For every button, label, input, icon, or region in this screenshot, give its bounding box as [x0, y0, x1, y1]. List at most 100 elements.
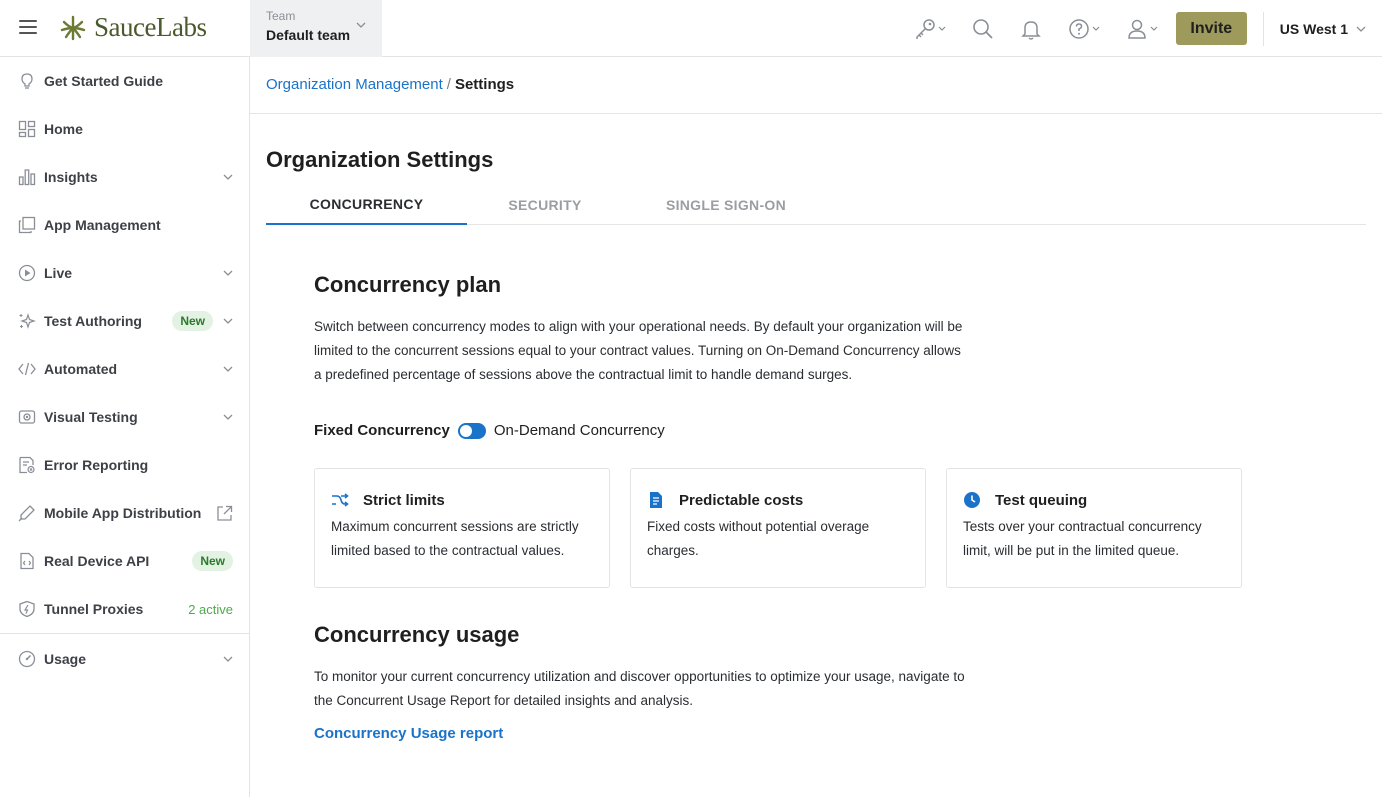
account-button[interactable] [1126, 18, 1158, 40]
chevron-down-icon [938, 26, 946, 31]
grid-icon [18, 120, 36, 138]
concurrency-plan-description: Switch between concurrency modes to alig… [314, 315, 1014, 387]
sidebar-item-mobile-app-distribution[interactable]: Mobile App Distribution [0, 489, 249, 537]
sidebar-item-automated[interactable]: Automated [0, 345, 249, 393]
chevron-down-icon [1092, 26, 1100, 31]
region-label: US West 1 [1279, 20, 1348, 37]
sidebar-item-label: Tunnel Proxies [44, 601, 144, 617]
sidebar-item-test-authoring[interactable]: Test Authoring New [0, 297, 249, 345]
chevron-down-icon [223, 318, 233, 324]
bar-chart-icon [18, 168, 36, 186]
gauge-icon [18, 650, 36, 668]
sidebar-item-label: Real Device API [44, 553, 150, 569]
fixed-concurrency-label: Fixed Concurrency [314, 422, 450, 439]
sidebar-item-visual-testing[interactable]: Visual Testing [0, 393, 249, 441]
sidebar-item-label: Live [44, 265, 73, 281]
breadcrumb-current: Settings [454, 76, 515, 93]
sidebar-item-label: Visual Testing [44, 409, 138, 425]
menu-icon[interactable] [19, 20, 37, 34]
settings-tabs: CONCURRENCY SECURITY SINGLE SIGN-ON [266, 184, 1366, 225]
breadcrumb-organization-management[interactable]: Organization Management [266, 76, 443, 93]
chevron-down-icon [223, 366, 233, 372]
chevron-down-icon [223, 414, 233, 420]
help-button[interactable] [1068, 18, 1100, 40]
concurrency-usage-heading: Concurrency usage [314, 622, 520, 647]
sidebar-divider [0, 633, 249, 634]
sidebar-item-insights[interactable]: Insights [0, 153, 249, 201]
sidebar-item-real-device-api[interactable]: Real Device API New [0, 537, 249, 585]
team-label: Team [266, 9, 296, 23]
tab-single-sign-on[interactable]: SINGLE SIGN-ON [646, 184, 806, 225]
api-key-button[interactable] [914, 18, 946, 40]
file-code-icon [18, 552, 36, 570]
card-description-line: Fixed costs without potential overage [647, 519, 870, 534]
concurrency-usage-description: To monitor your current concurrency util… [314, 665, 1034, 713]
tunnel-status: 2 active [188, 601, 233, 617]
saucelabs-logo-icon [60, 15, 86, 40]
breadcrumb: Organization Management / Settings [266, 76, 514, 93]
bell-icon [1020, 20, 1041, 40]
region-selector[interactable]: US West 1 [1280, 21, 1366, 37]
predictable-costs-card: Predictable costs Fixed costs without po… [630, 468, 926, 588]
concurrency-plan-heading: Concurrency plan [314, 272, 502, 297]
card-title: Predictable costs [679, 491, 804, 509]
eye-icon [18, 408, 36, 426]
toggle-knob [459, 424, 472, 437]
search-icon [972, 18, 993, 39]
card-title: Test queuing [995, 491, 1088, 509]
top-actions: Invite US West 1 [914, 0, 1382, 57]
search-button[interactable] [972, 18, 994, 40]
card-description: Fixed costs without potential overage ch… [647, 515, 909, 563]
document-error-icon [18, 456, 36, 474]
shuffle-icon [331, 491, 349, 509]
brand-name: SauceLabs [94, 12, 207, 42]
description-line: To monitor your current concurrency util… [314, 669, 965, 684]
description-line: limited to the concurrent sessions equal… [314, 343, 961, 358]
sidebar-item-usage[interactable]: Usage [0, 635, 249, 683]
sidebar-item-get-started[interactable]: Get Started Guide [0, 57, 249, 105]
chevron-down-icon [223, 174, 233, 180]
card-description-line: Maximum concurrent sessions are strictly [331, 519, 579, 534]
play-circle-icon [18, 264, 36, 282]
sidebar-item-app-management[interactable]: App Management [0, 201, 249, 249]
card-title: Strict limits [363, 491, 445, 509]
concurrency-usage-report-link[interactable]: Concurrency Usage report [314, 725, 503, 742]
sidebar-item-label: Get Started Guide [44, 73, 164, 89]
description-line: the Concurrent Usage Report for detailed… [314, 693, 693, 708]
divider [250, 113, 1382, 114]
card-description-line: limited based to the contractual values. [331, 543, 565, 558]
pen-icon [18, 504, 36, 522]
concurrency-mode-toggle-row: Fixed Concurrency On-Demand Concurrency [314, 422, 665, 439]
sparkle-icon [18, 312, 36, 330]
sidebar-item-label: Error Reporting [44, 457, 149, 473]
lightbulb-icon [18, 72, 36, 90]
sidebar-item-error-reporting[interactable]: Error Reporting [0, 441, 249, 489]
concurrency-mode-toggle[interactable] [457, 422, 486, 439]
shield-icon [18, 600, 36, 618]
card-description: Maximum concurrent sessions are strictly… [331, 515, 593, 563]
invite-button[interactable]: Invite [1175, 12, 1247, 45]
clock-icon [963, 491, 981, 509]
card-description-line: limit, will be put in the limited queue. [963, 543, 1180, 558]
tab-security[interactable]: SECURITY [467, 184, 623, 225]
sidebar-item-label: Usage [44, 651, 87, 667]
card-description-line: Tests over your contractual concurrency [963, 519, 1202, 534]
top-bar: SauceLabs Team Default team Invite US We… [0, 0, 1382, 57]
new-badge: New [192, 551, 233, 571]
key-icon [916, 18, 935, 39]
page-title: Organization Settings [266, 147, 494, 172]
sidebar-item-label: Test Authoring [44, 313, 142, 329]
sidebar-item-home[interactable]: Home [0, 105, 249, 153]
tab-concurrency[interactable]: CONCURRENCY [266, 184, 467, 225]
breadcrumb-separator: / [446, 76, 451, 93]
notifications-button[interactable] [1020, 18, 1042, 40]
card-description: Tests over your contractual concurrency … [963, 515, 1225, 563]
divider [1262, 11, 1264, 46]
team-selector[interactable]: Team Default team [250, 0, 382, 57]
strict-limits-card: Strict limits Maximum concurrent session… [314, 468, 610, 588]
logo[interactable]: SauceLabs [58, 12, 207, 43]
external-link-icon [217, 505, 233, 521]
sidebar-item-tunnel-proxies[interactable]: Tunnel Proxies 2 active [0, 585, 249, 633]
sidebar-item-live[interactable]: Live [0, 249, 249, 297]
new-badge: New [172, 311, 213, 331]
